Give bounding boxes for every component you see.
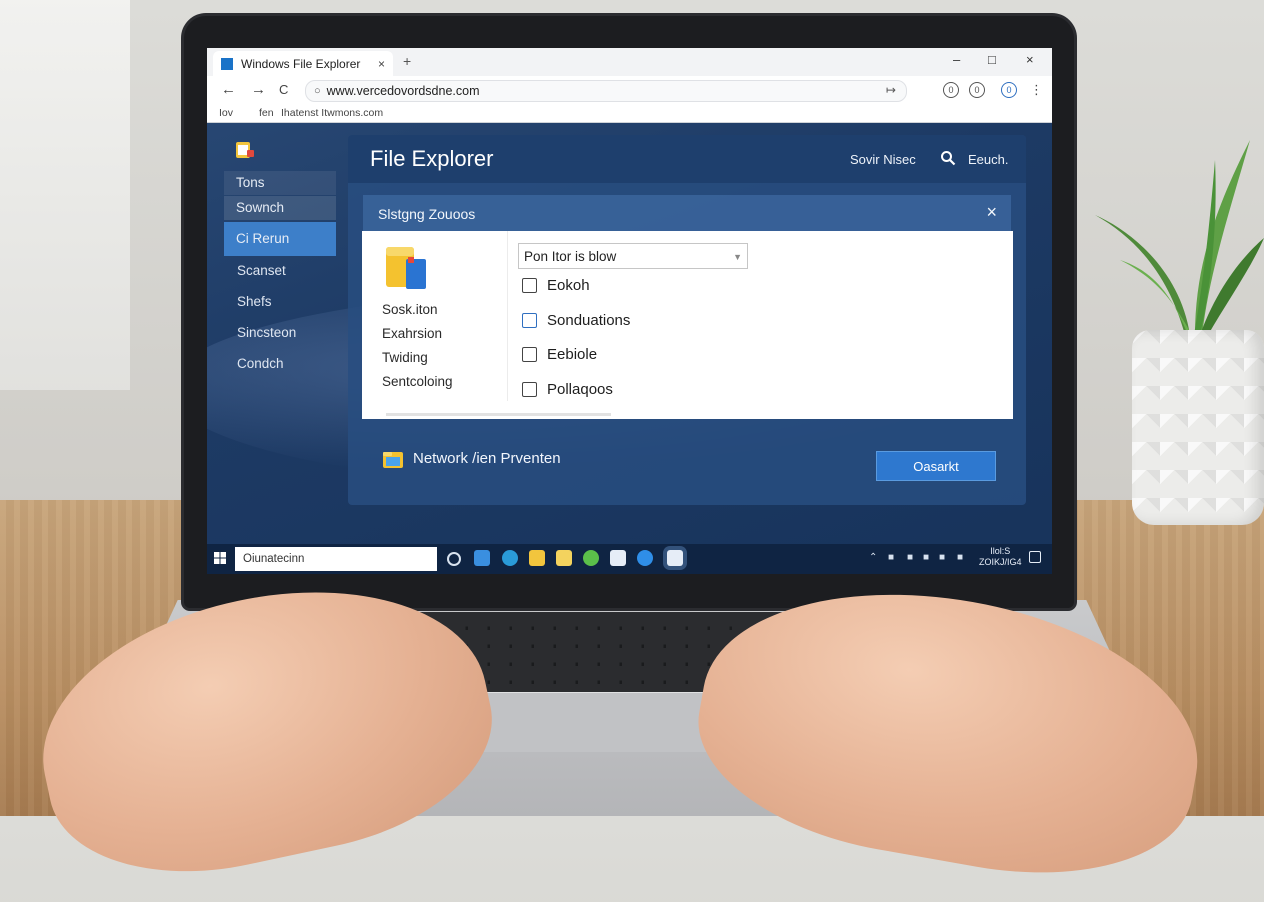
reload-button[interactable]: C — [279, 82, 288, 97]
checkbox[interactable] — [522, 278, 537, 293]
notification-icon[interactable] — [1029, 551, 1041, 563]
file-explorer-icon[interactable] — [529, 550, 545, 566]
bookmark-item[interactable]: Iov — [219, 107, 233, 119]
forward-button[interactable]: → — [251, 81, 266, 98]
clock-time: Ilol:S — [990, 546, 1011, 556]
sidebar-item[interactable]: Shefs — [237, 294, 272, 309]
explorer-favicon-icon — [221, 57, 233, 70]
dialog-header: Slstgng Zouoos × — [363, 195, 1011, 231]
horizontal-scrollbar[interactable] — [386, 413, 611, 416]
folder-icon — [386, 247, 426, 289]
window-light — [0, 0, 130, 390]
close-window-button[interactable]: × — [1026, 52, 1034, 67]
sidebar-item-active[interactable]: Ci Rerun — [224, 222, 336, 256]
edge-icon[interactable] — [474, 550, 490, 566]
menu-icon[interactable]: ⋮ — [1030, 82, 1043, 98]
sidebar-item[interactable]: Condch — [237, 356, 284, 371]
network-folder-icon — [383, 452, 403, 468]
active-app-icon[interactable] — [667, 550, 683, 566]
folder-icon[interactable] — [556, 550, 572, 566]
bookmark-item[interactable]: fen — [259, 107, 274, 119]
primary-action-button[interactable]: Oasarkt — [876, 451, 996, 481]
new-tab-button[interactable]: + — [403, 53, 411, 69]
checkbox[interactable] — [522, 347, 537, 362]
search-label[interactable]: Eeuch. — [968, 152, 1008, 167]
browser-tab[interactable]: Windows File Explorer × — [213, 51, 393, 76]
chrome-icon[interactable] — [583, 550, 599, 566]
clock-date: ZOIKJ/IG4 — [979, 557, 1022, 567]
dialog-body: Sosk.iton Exahrsion Twiding Sentcoloing … — [362, 231, 1013, 419]
dialog-close-icon[interactable]: × — [986, 202, 997, 223]
extension-icon[interactable]: 0 — [943, 82, 959, 98]
extension-icon[interactable]: 0 — [969, 82, 985, 98]
browser-tabbar: Windows File Explorer × + – □ × — [207, 48, 1052, 76]
language-icon[interactable]: ■ — [957, 552, 963, 563]
option-label[interactable]: Twiding — [382, 350, 428, 365]
volume-icon[interactable]: ■ — [939, 552, 945, 563]
profile-icon[interactable]: 0 — [1001, 82, 1017, 98]
select-value: Pon Itor is blow — [524, 249, 617, 264]
lock-icon: ○ — [314, 85, 321, 97]
checkbox-row[interactable]: Sonduations — [522, 312, 630, 329]
option-label[interactable]: Sosk.iton — [382, 302, 438, 317]
app-logo-icon — [236, 142, 254, 158]
minimize-button[interactable]: – — [953, 52, 960, 67]
taskbar: Oiunatecinn ⌃ ■ ■ ■ ■ ■ Ilol:S ZOIKJ/IG4 — [207, 544, 1052, 574]
windows-start-icon[interactable] — [214, 552, 226, 564]
tray-icon[interactable]: ■ — [923, 552, 929, 563]
store-icon[interactable] — [610, 550, 626, 566]
plant-pot — [1132, 330, 1264, 525]
url-text: www.vercedovordsdne.com — [326, 84, 480, 98]
option-label[interactable]: Sentcoloing — [382, 374, 453, 389]
laptop-screen: Windows File Explorer × + – □ × ← → C ○ … — [207, 48, 1052, 574]
bookmark-star-icon[interactable]: ↦ — [886, 83, 896, 97]
checkbox-row[interactable]: Pollaqoos — [522, 381, 613, 398]
network-location-label[interactable]: Network /ien Prventen — [413, 450, 561, 467]
checkbox[interactable] — [522, 382, 537, 397]
sidebar-item-search[interactable]: Sownch — [224, 196, 336, 220]
network-icon[interactable]: ■ — [888, 552, 894, 563]
bookmarks-bar: Iov fen Ihatenst Itwmons.com — [207, 104, 1052, 123]
dialog-title: Slstgng Zouoos — [378, 206, 476, 222]
divider — [507, 231, 508, 401]
bookmark-item[interactable]: Ihatenst Itwmons.com — [281, 107, 383, 119]
search-icon[interactable] — [940, 150, 956, 166]
sidebar-item-tons[interactable]: Tons — [224, 171, 336, 195]
maximize-button[interactable]: □ — [988, 52, 996, 67]
plant-leaves — [1095, 140, 1264, 335]
page-title: File Explorer — [370, 146, 494, 171]
file-explorer-panel: File Explorer Sovir Nisec Eeuch. Slstgng… — [348, 135, 1026, 505]
browser-icon[interactable] — [637, 550, 653, 566]
sidebar-item[interactable]: Sincsteon — [237, 325, 296, 340]
checkbox-label: Sonduations — [547, 312, 631, 329]
back-button[interactable]: ← — [221, 81, 236, 98]
chevron-down-icon: ▼ — [733, 252, 742, 262]
checkbox-label: Pollaqoos — [547, 381, 613, 398]
checkbox-row[interactable]: Eebiole — [522, 346, 597, 363]
tray-chevron-icon[interactable]: ⌃ — [869, 552, 877, 563]
browser-toolbar: ← → C ○ www.vercedovordsdne.com ↦ 0 0 0 … — [207, 76, 1052, 105]
cortana-icon[interactable] — [447, 552, 461, 566]
option-label[interactable]: Exahrsion — [382, 326, 442, 341]
checkbox[interactable] — [522, 313, 537, 328]
checkbox-label: Eokoh — [547, 277, 590, 294]
tab-close-icon[interactable]: × — [378, 57, 385, 71]
taskbar-search-input[interactable]: Oiunatecinn — [235, 547, 437, 571]
sidebar-item[interactable]: Scanset — [237, 263, 286, 278]
option-select[interactable]: Pon Itor is blow ▼ — [518, 243, 748, 269]
checkbox-label: Eebiole — [547, 346, 598, 363]
tab-title: Windows File Explorer — [241, 56, 361, 71]
browser-icon[interactable] — [502, 550, 518, 566]
panel-header: File Explorer Sovir Nisec Eeuch. — [348, 135, 1026, 183]
address-bar[interactable]: ○ www.vercedovordsdne.com ↦ — [305, 80, 907, 102]
sort-button[interactable]: Sovir Nisec — [850, 152, 916, 167]
tray-icon[interactable]: ■ — [907, 552, 913, 563]
clock[interactable]: Ilol:S ZOIKJ/IG4 — [979, 546, 1022, 568]
checkbox-row[interactable]: Eokoh — [522, 277, 590, 294]
